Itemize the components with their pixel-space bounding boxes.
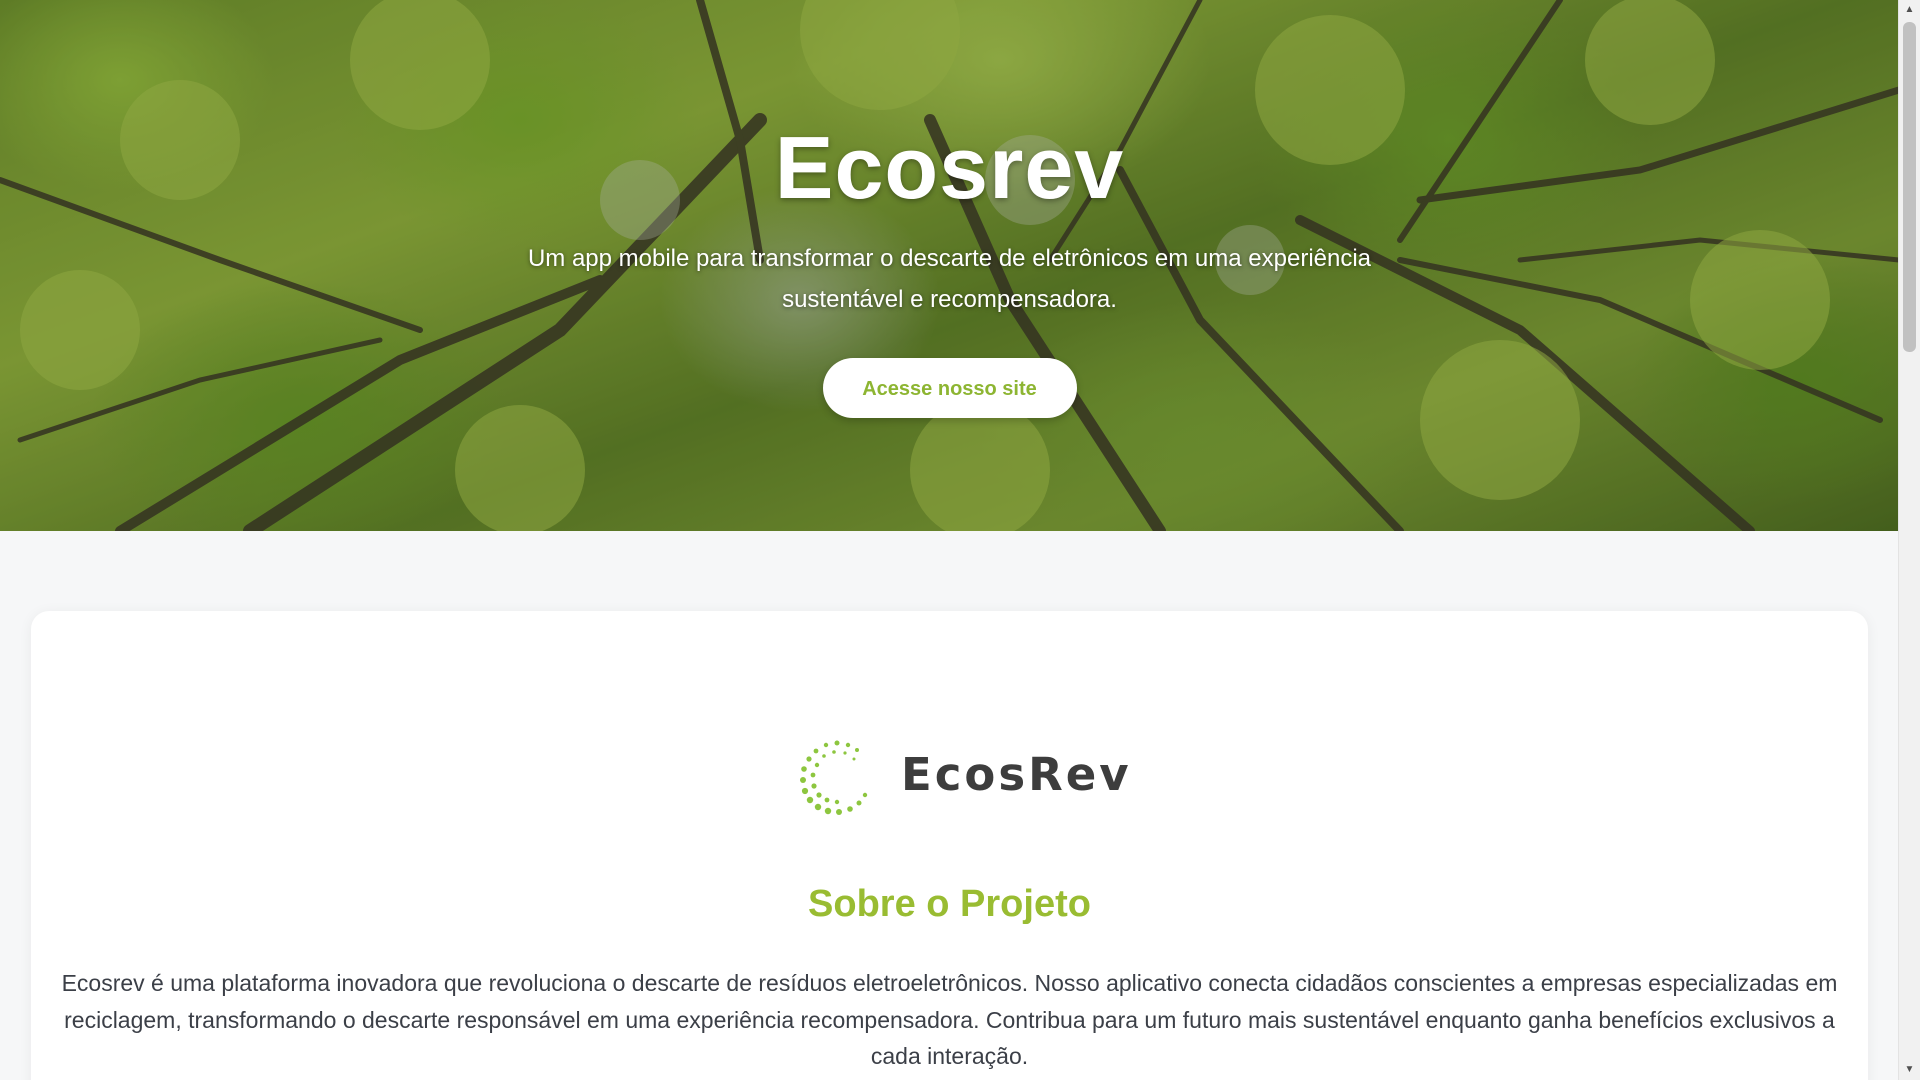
hero-subtitle: Um app mobile para transformar o descart… [527, 245, 1372, 313]
scrollbar-thumb[interactable] [1903, 22, 1916, 352]
hero-banner: Ecosrev Um app mobile para transformar o… [0, 0, 1899, 531]
vertical-scrollbar[interactable]: ▲ ▼ [1898, 0, 1920, 1080]
logo-wordmark: EcosRev [901, 748, 1132, 801]
dotted-circle-logo-icon [800, 740, 868, 815]
section-title: Sobre o Projeto [808, 883, 1091, 925]
page: Ecosrev Um app mobile para transformar o… [0, 0, 1920, 1080]
ecosrev-logo: EcosRev [797, 737, 1129, 827]
about-section: EcosRev Sobre o Projeto Ecosrev é uma pl… [31, 611, 1868, 1080]
scroll-up-arrow-icon[interactable]: ▲ [1899, 0, 1920, 20]
scroll-down-arrow-icon[interactable]: ▼ [1899, 1060, 1920, 1080]
hero-content: Ecosrev Um app mobile para transformar o… [0, 0, 1899, 418]
hero-title: Ecosrev [774, 118, 1125, 217]
section-description: Ecosrev é uma plataforma inovadora que r… [61, 970, 1838, 1069]
access-site-button[interactable]: Acesse nosso site [822, 358, 1077, 418]
